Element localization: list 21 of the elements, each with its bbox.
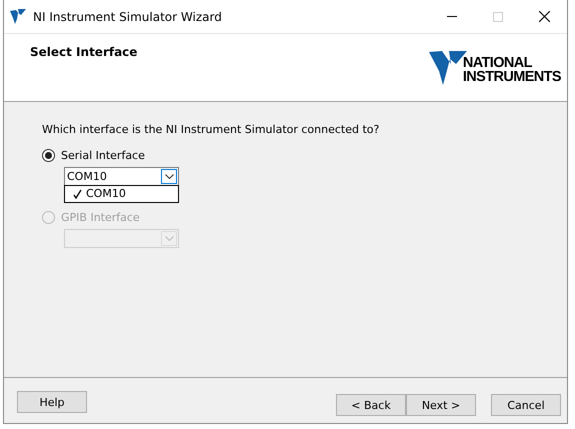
radio-label: GPIB Interface — [61, 210, 140, 224]
dropdown-item[interactable]: COM10 — [65, 186, 178, 202]
port-dropdown[interactable]: COM10 — [64, 167, 179, 186]
radio-label: Serial Interface — [61, 148, 145, 162]
checkmark-icon — [73, 188, 82, 198]
wizard-button[interactable]: Next > — [406, 394, 476, 416]
logo-text: INSTRUMENTS — [462, 70, 561, 84]
radio-button[interactable] — [42, 148, 55, 162]
window-title: NI Instrument Simulator Wizard — [33, 10, 222, 24]
wizard-button[interactable]: < Back — [336, 394, 406, 416]
logo-text: NATIONAL — [462, 56, 532, 70]
wizard-button[interactable]: Cancel — [491, 394, 561, 416]
close-icon — [538, 11, 550, 22]
chevron-down-icon — [164, 174, 174, 179]
app-icon — [10, 8, 27, 24]
question-text: Which interface is the NI Instrument Simulator connected to? — [42, 123, 380, 136]
page-title: Select Interface — [30, 45, 138, 59]
minimize-icon — [447, 16, 457, 17]
maximize-icon — [493, 12, 503, 22]
wizard-button[interactable]: Help — [17, 391, 87, 413]
chevron-down-icon — [164, 236, 174, 241]
